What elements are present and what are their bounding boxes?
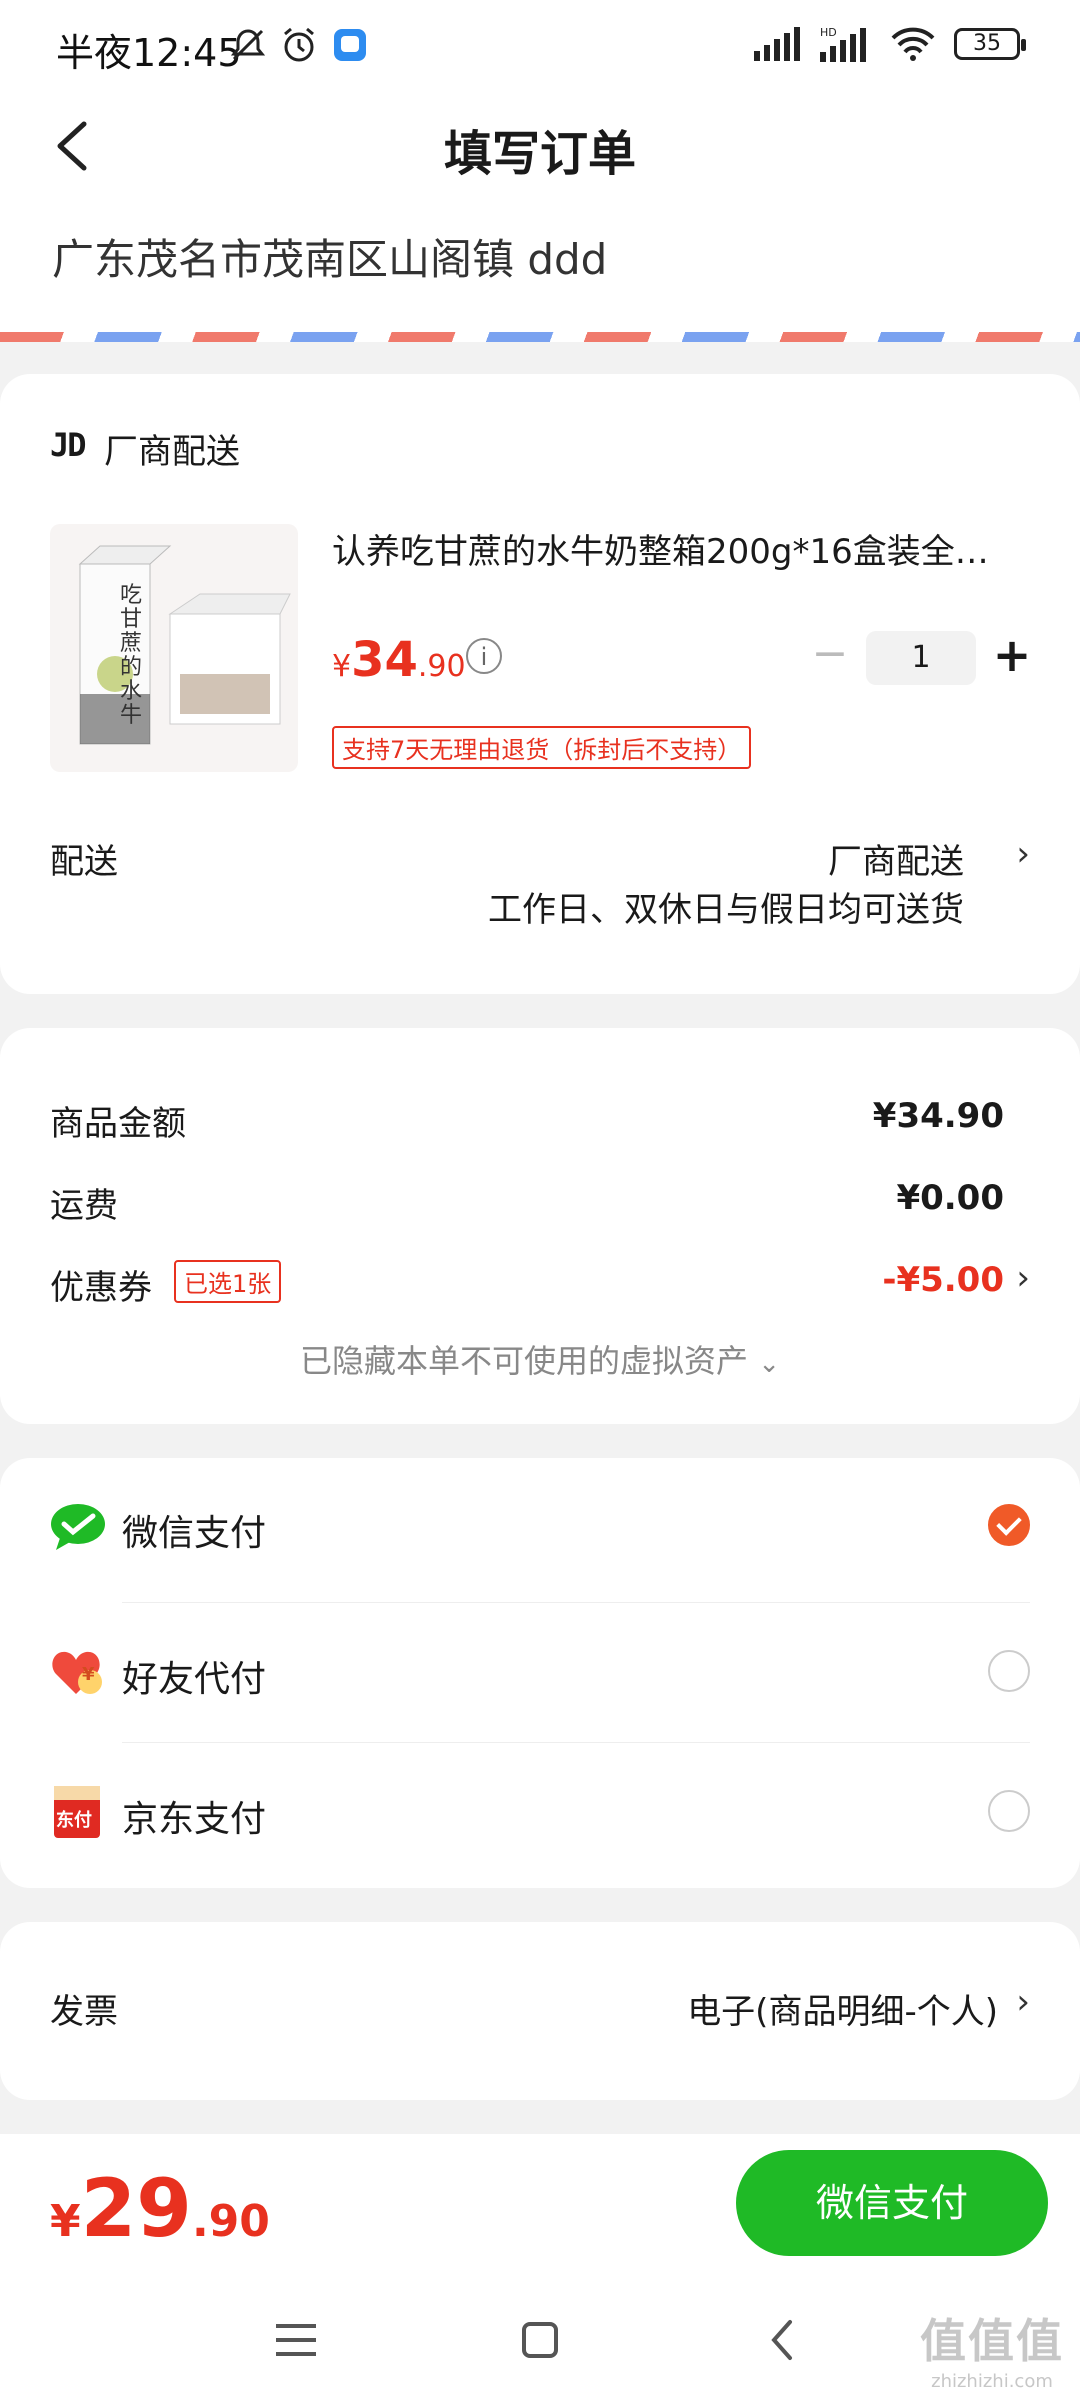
shop-name: 厂商配送 bbox=[104, 432, 240, 472]
address-text: 广东茂名市茂南区山阁镇 ddd bbox=[52, 235, 608, 284]
heart-icon bbox=[52, 1651, 102, 1694]
price-decimal: .90 bbox=[417, 649, 466, 684]
svg-text:HD: HD bbox=[820, 26, 837, 39]
battery-icon: 35 bbox=[954, 28, 1026, 60]
invoice-value[interactable]: 电子(商品明细-个人) bbox=[687, 1984, 998, 2033]
price-currency: ¥ bbox=[332, 649, 352, 684]
checkout-bar: ¥29.90 微信支付 bbox=[0, 2134, 1080, 2274]
divider bbox=[122, 1742, 1030, 1743]
wechat-pay-button[interactable]: 微信支付 bbox=[736, 2150, 1048, 2256]
product-price: ¥34.90 bbox=[332, 632, 466, 688]
payment-label: 微信支付 bbox=[122, 1513, 267, 1554]
goods-amount-value: ¥34.90 bbox=[872, 1096, 1004, 1136]
watermark-logo: 值值值 bbox=[920, 2314, 1064, 2368]
shipping-label: 运费 bbox=[50, 1186, 118, 1226]
bell-muted-icon bbox=[230, 29, 266, 61]
quantity-increase-button[interactable]: + bbox=[990, 632, 1034, 680]
chevron-right-icon[interactable]: › bbox=[1016, 1258, 1030, 1298]
invoice-label: 发票 bbox=[50, 1992, 118, 2032]
jd-pay-icon-text: 东付 bbox=[56, 1810, 92, 1831]
friend-pay-icon-text: ¥ bbox=[82, 1664, 95, 1685]
order-total: ¥29.90 bbox=[50, 2162, 270, 2255]
product-image-text: 吃甘蔗的水牛 bbox=[120, 583, 143, 728]
total-integer: 29 bbox=[80, 2162, 192, 2255]
payment-option-jd[interactable]: 东付 京东支付 bbox=[0, 1744, 1080, 1882]
hidden-assets-text: 已隐藏本单不可使用的虚拟资产 bbox=[300, 1342, 749, 1380]
airmail-border bbox=[0, 332, 1080, 342]
goods-amount-label: 商品金额 bbox=[50, 1104, 186, 1144]
status-bar: 半夜12:45 HD 35 bbox=[0, 0, 1080, 96]
shop-card: JD 厂商配送 吃甘蔗的水牛 认养吃甘蔗的水牛奶整箱200g*16盒装全… ¥3… bbox=[0, 374, 1080, 994]
payment-radio[interactable] bbox=[988, 1650, 1030, 1692]
header-bar: 填写订单 bbox=[0, 96, 1080, 196]
return-policy-badge: 支持7天无理由退货（拆封后不支持） bbox=[332, 726, 752, 769]
coupon-value[interactable]: -¥5.00 bbox=[882, 1260, 1004, 1300]
info-icon[interactable]: i bbox=[466, 638, 502, 674]
status-time: 半夜12:45 bbox=[56, 31, 242, 75]
coupon-label: 优惠券 bbox=[50, 1268, 152, 1308]
price-summary-card: 商品金额 ¥34.90 运费 ¥0.00 优惠券 已选1张 -¥5.00 › 已… bbox=[0, 1028, 1080, 1424]
chevron-right-icon[interactable]: › bbox=[1016, 834, 1030, 874]
home-icon[interactable] bbox=[510, 2310, 570, 2370]
payment-radio[interactable] bbox=[988, 1790, 1030, 1832]
alarm-icon bbox=[284, 27, 314, 62]
jd-logo-icon: JD bbox=[50, 426, 87, 464]
app-notification-icon bbox=[334, 29, 366, 61]
quantity-stepper[interactable]: 1 bbox=[866, 631, 976, 685]
divider bbox=[122, 1602, 1030, 1603]
total-decimal: .90 bbox=[191, 2196, 270, 2247]
product-title[interactable]: 认养吃甘蔗的水牛奶整箱200g*16盒装全… bbox=[332, 524, 1022, 573]
product-image[interactable]: 吃甘蔗的水牛 bbox=[50, 524, 298, 772]
signal-hd-icon: HD bbox=[820, 26, 866, 62]
jd-pay-icon: 东付 bbox=[54, 1786, 100, 1838]
wechat-pay-icon bbox=[51, 1504, 105, 1550]
shipping-value: ¥0.00 bbox=[896, 1178, 1004, 1218]
signal-icon bbox=[754, 27, 800, 61]
delivery-label: 配送 bbox=[50, 842, 118, 882]
price-integer: 34 bbox=[351, 632, 418, 688]
watermark-url: zhizhizhi.com bbox=[931, 2371, 1053, 2392]
chevron-right-icon[interactable]: › bbox=[1016, 1982, 1030, 2022]
payment-option-wechat[interactable]: 微信支付 bbox=[0, 1458, 1080, 1596]
payment-methods-card: 微信支付 ¥ 好友代付 东付 京东支付 bbox=[0, 1458, 1080, 1888]
payment-option-friend[interactable]: ¥ 好友代付 bbox=[0, 1604, 1080, 1742]
total-currency: ¥ bbox=[50, 2196, 81, 2247]
menu-icon[interactable] bbox=[266, 2310, 326, 2370]
nav-back-icon[interactable] bbox=[754, 2310, 814, 2370]
payment-label: 好友代付 bbox=[122, 1659, 267, 1700]
address-card[interactable]: 广东茂名市茂南区山阁镇 ddd bbox=[0, 196, 1080, 342]
delivery-method[interactable]: 厂商配送 bbox=[828, 834, 964, 883]
chevron-down-icon: ⌄ bbox=[758, 1349, 780, 1379]
hidden-assets-toggle[interactable]: 已隐藏本单不可使用的虚拟资产 ⌄ bbox=[0, 1336, 1080, 1382]
payment-label: 京东支付 bbox=[122, 1799, 267, 1840]
delivery-schedule: 工作日、双休日与假日均可送货 bbox=[488, 890, 964, 930]
watermark: 值值值 zhizhizhi.com bbox=[920, 2305, 1064, 2392]
milk-box-illustration bbox=[78, 545, 291, 745]
wifi-icon bbox=[891, 27, 935, 61]
invoice-card[interactable]: 发票 电子(商品明细-个人) › bbox=[0, 1922, 1080, 2100]
payment-radio-checked[interactable] bbox=[988, 1504, 1030, 1546]
coupon-selected-badge: 已选1张 bbox=[174, 1260, 282, 1303]
system-nav-bar: 值值值 zhizhizhi.com bbox=[0, 2274, 1080, 2400]
quantity-decrease-button[interactable]: − bbox=[810, 632, 850, 676]
page-title: 填写订单 bbox=[443, 126, 636, 182]
